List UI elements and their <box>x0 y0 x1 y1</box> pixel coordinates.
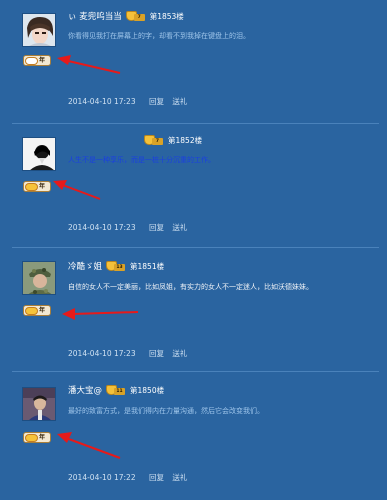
reply-button[interactable]: 回复 <box>149 349 164 358</box>
post-header: 7 第1852楼 <box>140 133 202 147</box>
level-badge: 13 <box>106 261 126 271</box>
post-header: 冷酷ゞ姐 13 第1851楼 <box>68 259 164 273</box>
floor-number: 第1853楼 <box>149 11 184 21</box>
red-arrow-annotation <box>57 432 121 459</box>
avatar[interactable] <box>22 137 56 171</box>
membership-years-badge: 年 <box>23 55 51 66</box>
post-meta: 2014-04-10 17:23 回复 送礼 <box>68 96 193 107</box>
avatar[interactable] <box>22 261 56 295</box>
post-item: 年 冷酷ゞ姐 13 第1851楼 自信的女人不一定美丽，比如凤姐，有实力的女人不… <box>0 248 387 372</box>
gift-button[interactable]: 送礼 <box>172 223 187 232</box>
post-content: 最好的致富方式，是我们得内在力量沟通，然后它会改变我们。 <box>68 407 264 415</box>
timestamp: 2014-04-10 17:22 <box>68 473 136 482</box>
gift-button[interactable]: 送礼 <box>172 349 187 358</box>
floor-number: 第1850楼 <box>130 385 165 395</box>
red-arrow-annotation <box>57 55 121 74</box>
username-link[interactable]: 潘大宝@ <box>68 384 102 396</box>
post-content: 自信的女人不一定美丽，比如凤姐，有实力的女人不一定迷人，比如沃德妹妹。 <box>68 283 313 291</box>
username-link[interactable]: 冷酷ゞ姐 <box>68 260 102 272</box>
reply-button[interactable]: 回复 <box>149 97 164 106</box>
avatar[interactable] <box>22 387 56 421</box>
post-meta: 2014-04-10 17:23 回复 送礼 <box>68 222 193 233</box>
level-badge: 7 <box>125 11 146 21</box>
membership-years-icon <box>25 307 38 315</box>
post-meta: 2014-04-10 17:22 回复 送礼 <box>68 472 193 483</box>
username-link[interactable]: ぃ 麦兜呜当当 <box>68 10 122 22</box>
membership-years-icon <box>25 57 38 65</box>
membership-years-badge: 年 <box>23 181 51 192</box>
membership-years-badge: 年 <box>23 305 51 316</box>
floor-number: 第1852楼 <box>168 135 203 145</box>
post-content: 你看得见我打在屏幕上的字，却看不到我掉在键盘上的泪。 <box>68 32 250 40</box>
level-badge: 11 <box>106 385 126 395</box>
membership-years-icon <box>25 183 38 191</box>
reply-button[interactable]: 回复 <box>149 223 164 232</box>
gift-button[interactable]: 送礼 <box>172 97 187 106</box>
post-item: 年 ぃ 麦兜呜当当 7 第1853楼 你看得见我打在屏幕上的字，却看不到我掉在键… <box>0 0 387 124</box>
post-item: 年 7 第1852楼 人生不是一种享乐，而是一桩十分沉重的工作。 2014-04… <box>0 124 387 248</box>
post-content: 人生不是一种享乐，而是一桩十分沉重的工作。 <box>68 156 215 164</box>
membership-years-icon <box>25 434 38 442</box>
timestamp: 2014-04-10 17:23 <box>68 97 136 106</box>
gift-button[interactable]: 送礼 <box>172 473 187 482</box>
red-arrow-annotation <box>62 308 139 320</box>
timestamp: 2014-04-10 17:23 <box>68 349 136 358</box>
level-badge: 7 <box>144 135 164 145</box>
floor-number: 第1851楼 <box>130 261 165 271</box>
timestamp: 2014-04-10 17:23 <box>68 223 136 232</box>
post-item: 年 潘大宝@ 11 第1850楼 最好的致富方式，是我们得内在力量沟通，然后它会… <box>0 372 387 500</box>
post-header: 潘大宝@ 11 第1850楼 <box>68 383 164 397</box>
avatar[interactable] <box>22 13 56 47</box>
post-header: ぃ 麦兜呜当当 7 第1853楼 <box>68 9 184 23</box>
post-meta: 2014-04-10 17:23 回复 送礼 <box>68 348 193 359</box>
red-arrow-annotation <box>53 180 101 200</box>
membership-years-badge: 年 <box>23 432 51 443</box>
reply-button[interactable]: 回复 <box>149 473 164 482</box>
